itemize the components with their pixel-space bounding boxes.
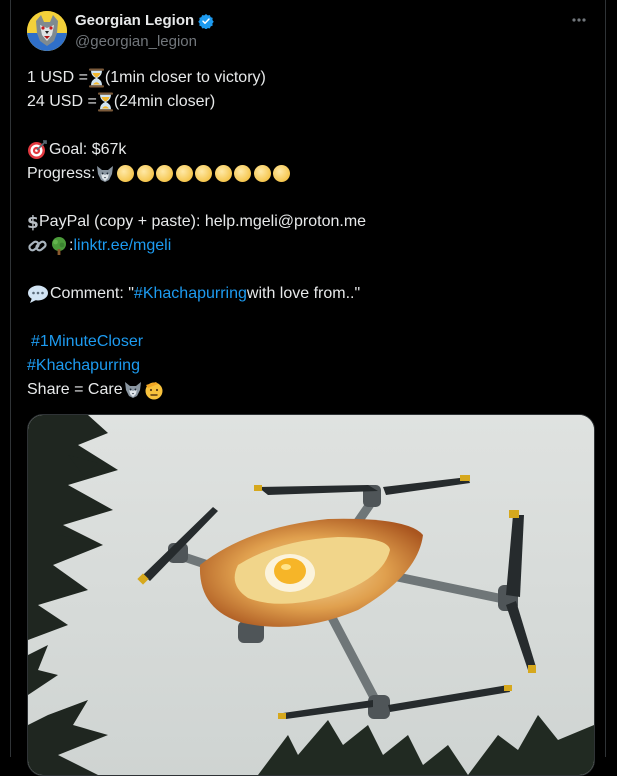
hourglass-icon (97, 92, 113, 112)
full-moon-icon (234, 165, 252, 183)
drone-khachapuri-image (28, 415, 594, 775)
author-display-name[interactable]: Georgian Legion (75, 12, 194, 29)
text-line-1: 1 USD = (1min closer to victory) (27, 68, 266, 88)
heavy-dollar-sign-icon: $ (27, 213, 39, 232)
svg-text:$: $ (27, 213, 39, 232)
avatar[interactable] (27, 11, 67, 51)
goal-line: Goal: $67k (27, 138, 587, 162)
linktree-link[interactable]: linktr.ee/mgeli (73, 234, 171, 258)
full-moon-icon (253, 165, 271, 183)
full-moon-icon (273, 165, 291, 183)
full-moon-icon (214, 165, 232, 183)
link-icon (28, 240, 47, 252)
share-line: Share = Care (27, 378, 587, 402)
text-line-2: 24 USD = (24min closer) (27, 92, 216, 112)
progress-indicator (117, 162, 293, 186)
author-handle[interactable]: @georgian_legion (75, 33, 197, 50)
full-moon-icon (175, 165, 193, 183)
verified-badge-icon (198, 13, 214, 29)
paypal-line: $ PayPal (copy + paste): help.mgeli@prot… (27, 213, 367, 232)
tree-icon (52, 237, 66, 255)
tweet-image[interactable] (27, 414, 595, 776)
hashtag-link[interactable]: #Khachapurring (134, 282, 247, 306)
direct-hit-icon (28, 140, 47, 159)
author-name[interactable]: Georgian Legion (75, 12, 214, 29)
full-moon-icon (136, 165, 154, 183)
more-horizontal-icon[interactable] (569, 12, 589, 28)
hourglass-icon (88, 68, 104, 88)
tweet-text: 1 USD = (1min closer to victory) 24 USD … (27, 66, 587, 402)
wolf-icon (124, 382, 141, 398)
hashtag-line-1: #1MinuteCloser (27, 330, 587, 354)
full-moon-icon (117, 165, 135, 183)
hashtag-link[interactable]: #Khachapurring (27, 354, 140, 378)
hashtag-line-2: #Khachapurring (27, 354, 587, 378)
progress-line: Progress: (27, 162, 587, 186)
wolf-icon (97, 166, 114, 182)
tweet-card: Georgian Legion @georgian_legion 1 USD =… (10, 0, 606, 776)
speech-bubble-icon (28, 285, 48, 303)
full-moon-icon (156, 165, 174, 183)
hashtag-link[interactable]: #1MinuteCloser (31, 330, 143, 354)
saluting-face-icon (145, 382, 163, 400)
full-moon-icon (195, 165, 213, 183)
link-line: : linktr.ee/mgeli (27, 234, 587, 258)
comment-line: Comment: " #Khachapurring with love from… (27, 282, 587, 306)
